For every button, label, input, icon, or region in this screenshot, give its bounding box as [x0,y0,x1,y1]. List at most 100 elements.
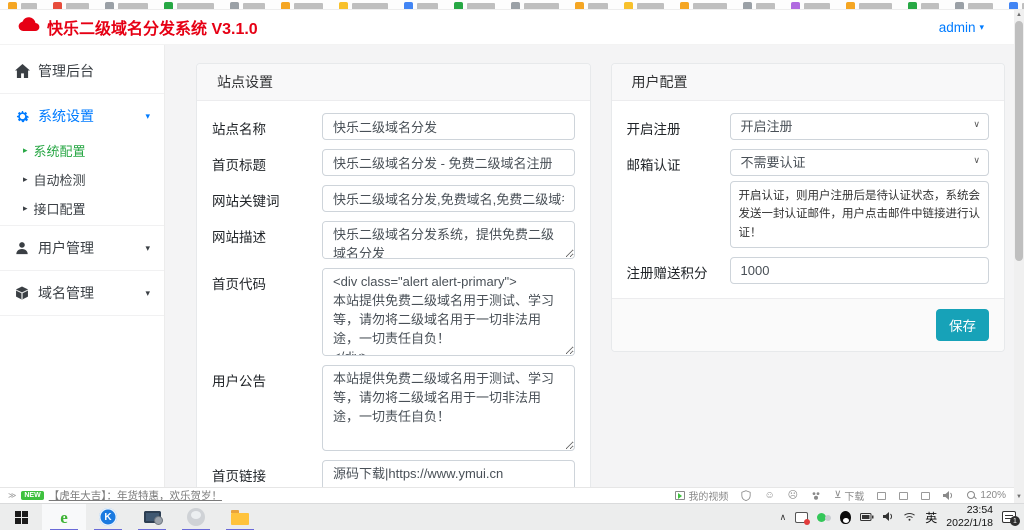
speaker-icon[interactable] [943,491,954,500]
cube-icon [14,286,30,300]
keywords-label: 网站关键词 [212,194,280,209]
ime-language-indicator[interactable]: 英 [925,509,937,526]
app-header: 快乐二级域名分发系统 V3.1.0 admin ▾ [0,10,1014,45]
collapse-icon[interactable]: ≫ [8,491,16,500]
magnifier-icon [967,490,977,501]
bookmark-item[interactable] [846,2,892,9]
sidebar-item-dashboard[interactable]: 管理后台 [0,51,164,91]
register-label: 开启注册 [626,122,681,137]
tray-picture-icon[interactable] [795,511,811,525]
taskbar-app-k[interactable]: K [86,504,130,530]
home-title-input[interactable] [322,149,575,176]
caret-right-icon: ▸ [23,145,28,155]
k-app-icon: K [99,508,117,526]
taskbar-app-computer[interactable] [130,504,174,530]
user-config-card: 用户配置 开启注册 开启注册 ∨ 邮箱认证 不需要认证 ∨ 开启认证，则用户注册… [610,63,1005,353]
admin-user-menu[interactable]: admin ▾ [939,20,984,35]
admin-user-label: admin [938,19,976,35]
reader-panel-icon[interactable] [899,491,909,500]
tray-network-icon[interactable] [903,508,916,526]
email-auth-select[interactable]: 不需要认证 [729,149,989,176]
tray-battery-icon[interactable] [860,508,874,526]
bookmark-item[interactable] [8,2,37,9]
sidebar-subitem-label: 自动检测 [33,173,86,188]
bookmark-item[interactable] [624,2,664,9]
keywords-input[interactable] [322,185,575,212]
scroll-up-arrow[interactable]: ▲ [1014,10,1024,21]
tray-date: 2022/1/18 [946,517,993,529]
bookmark-item[interactable] [908,2,939,9]
points-label: 注册赠送积分 [626,266,708,282]
page-zoom-control[interactable]: 120% [967,490,1006,501]
sidebar-subitem-api-config[interactable]: ▸ 接口配置 [0,194,164,223]
paw-icon[interactable] [811,491,821,501]
folder-icon [231,509,249,525]
save-button[interactable]: 保存 [936,309,989,342]
bookmark-item[interactable] [680,2,727,9]
taskbar-app-browser[interactable]: e [42,503,86,530]
sidebar-subitem-system-config[interactable]: ▸ 系统配置 [0,136,164,165]
shield-icon[interactable] [741,490,752,501]
bookmark-item[interactable] [955,2,993,9]
start-button[interactable] [0,504,42,530]
description-textarea[interactable]: 快乐二级域名分发系统，提供免费二级域名分发 [322,221,575,259]
window-panel-icon[interactable] [921,491,931,500]
bookmark-item[interactable] [105,2,148,9]
home-code-textarea[interactable]: <div class="alert alert-primary"> 本站提供免费… [322,268,575,356]
browser-scrollbar[interactable]: ▲ ▼ [1014,10,1024,503]
action-center-icon[interactable]: 1 [1002,511,1020,526]
scrollbar-thumb[interactable] [1015,21,1023,261]
scroll-down-arrow[interactable]: ▼ [1014,492,1024,503]
sidebar-subitem-auto-check[interactable]: ▸ 自动检测 [0,165,164,194]
sidebar-panel-icon[interactable] [877,491,887,500]
bookmark-item[interactable] [281,2,323,9]
sad-face-icon[interactable]: ☹ [788,490,798,501]
chevron-down-icon: ▾ [145,110,150,121]
chevron-down-icon: ▾ [145,287,150,298]
user-notice-textarea[interactable]: 本站提供免费二级域名用于测试、学习等，请勿将二级域名用于一切非法用途，一切责任自… [322,365,575,451]
sidebar-item-user-management[interactable]: 用户管理 ▾ [0,228,164,268]
tray-qq-icon[interactable] [840,510,852,524]
promo-notice-link[interactable]: 【虎年大吉】：年货特惠，欢乐贺岁！ [49,488,222,503]
brand: 快乐二级域名分发系统 V3.1.0 [18,15,258,39]
system-tray: ∧ 英 23:54 2022/1/18 1 [780,504,1024,529]
sidebar-item-system-settings[interactable]: 系统设置 ▾ [0,96,164,136]
download-icon: ⊻ [834,489,842,501]
download-button[interactable]: ⊻ 下载 [834,488,864,503]
bookmark-item[interactable] [791,2,830,9]
sidebar: 管理后台 系统设置 ▾ ▸ 系统配置 ▸ 自动检测 ▸ 接口配置 用户管理 ▾ … [0,45,165,487]
email-auth-label: 邮箱认证 [626,158,681,173]
tray-speaker-icon[interactable] [883,508,894,526]
main-content: 站点设置 站点名称 首页标题 网站关键词 网站描述 [165,45,1014,487]
tray-messenger-icon[interactable] [817,512,832,523]
taskbar-app-explorer[interactable] [218,504,262,530]
notification-count-badge: 1 [1010,516,1020,526]
bookmark-item[interactable] [575,2,608,9]
bookmark-item[interactable] [511,2,559,9]
bookmark-item[interactable] [1009,2,1024,9]
taskbar-app-messenger[interactable] [174,504,218,530]
site-name-input[interactable] [322,113,575,140]
sidebar-item-label: 域名管理 [38,285,94,301]
sidebar-item-domain-management[interactable]: 域名管理 ▾ [0,273,164,313]
home-links-textarea[interactable]: 源码下载|https://www.ymui.cn [322,460,575,487]
bookmark-item[interactable] [339,2,388,9]
bookmark-item[interactable] [404,2,438,9]
register-select[interactable]: 开启注册 [729,113,989,140]
sidebar-subitem-label: 系统配置 [33,144,86,159]
happy-face-icon[interactable]: ☺ [764,490,774,501]
bookmark-item[interactable] [164,2,214,9]
download-label: 下载 [844,492,865,503]
bookmark-item[interactable] [53,2,89,9]
new-badge: NEW [21,491,44,500]
bookmark-item[interactable] [743,2,775,9]
home-title-label: 首页标题 [212,158,266,173]
screen: 快乐二级域名分发系统 V3.1.0 admin ▾ 管理后台 系统设置 ▾ ▸ … [0,0,1024,530]
video-icon [675,491,686,500]
tray-expand-icon[interactable]: ∧ [780,512,787,523]
bookmark-item[interactable] [454,2,495,9]
tray-clock[interactable]: 23:54 2022/1/18 [946,504,993,529]
my-video-button[interactable]: 我的视频 [675,488,728,503]
points-input[interactable] [729,257,989,285]
bookmark-item[interactable] [230,2,265,9]
